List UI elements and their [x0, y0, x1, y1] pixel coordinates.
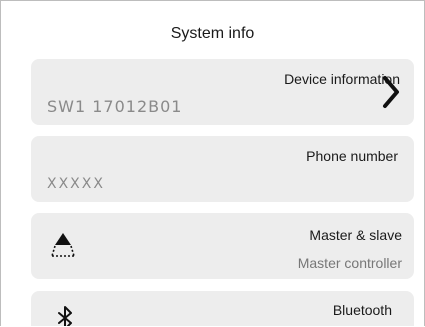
bluetooth-label: Bluetooth: [332, 302, 392, 318]
device-information-card[interactable]: Device information SW1 17012B01: [31, 59, 414, 125]
phone-number-value: XXXXX: [47, 176, 105, 192]
master-slave-icon: [51, 233, 75, 257]
chevron-right-icon[interactable]: [382, 75, 400, 109]
master-slave-label: Master & slave: [309, 227, 402, 243]
bluetooth-card[interactable]: Bluetooth: [31, 291, 414, 326]
phone-number-card[interactable]: Phone number XXXXX: [31, 136, 414, 202]
master-slave-card[interactable]: Master & slave Master controller: [31, 213, 414, 279]
master-slave-value: Master controller: [297, 255, 402, 271]
page-title: System info: [170, 25, 255, 42]
system-info-screen: System info Device information SW1 17012…: [0, 0, 425, 326]
phone-number-label: Phone number: [306, 148, 398, 164]
device-serial-value: SW1 17012B01: [47, 97, 183, 116]
bluetooth-icon: [58, 306, 72, 326]
